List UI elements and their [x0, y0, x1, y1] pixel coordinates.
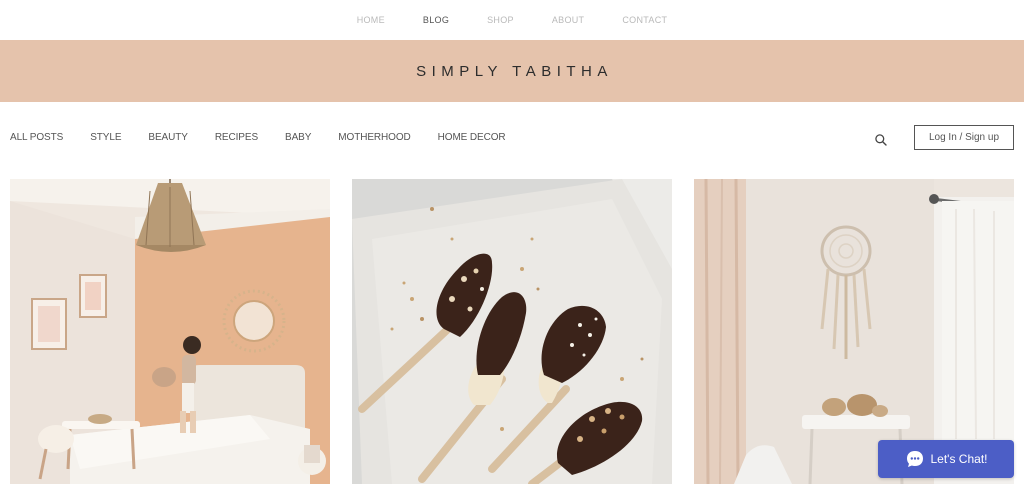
post-card-3[interactable]	[694, 179, 1014, 484]
category-baby[interactable]: BABY	[285, 132, 311, 143]
nursery-bedroom-photo	[10, 179, 330, 484]
category-home-decor[interactable]: HOME DECOR	[438, 132, 506, 143]
post-card-2[interactable]	[352, 179, 672, 484]
nav-shop[interactable]: SHOP	[468, 15, 533, 25]
category-all-posts[interactable]: ALL POSTS	[10, 132, 63, 143]
category-beauty[interactable]: BEAUTY	[148, 132, 188, 143]
chocolate-banana-pops-photo	[352, 179, 672, 484]
category-recipes[interactable]: RECIPES	[215, 132, 258, 143]
category-menu: ALL POSTS STYLE BEAUTY RECIPES BABY MOTH…	[10, 132, 533, 143]
dreamcatcher-room-photo	[694, 179, 1014, 484]
chat-widget-label: Let's Chat!	[930, 452, 988, 466]
post-card-1[interactable]	[10, 179, 330, 484]
site-banner: SIMPLY TABITHA	[0, 40, 1024, 102]
login-signup-button[interactable]: Log In / Sign up	[914, 125, 1014, 150]
search-icon[interactable]	[874, 133, 888, 147]
category-bar: ALL POSTS STYLE BEAUTY RECIPES BABY MOTH…	[0, 102, 1024, 174]
site-title[interactable]: SIMPLY TABITHA	[411, 63, 613, 80]
nav-home[interactable]: HOME	[338, 15, 404, 25]
nav-about[interactable]: ABOUT	[533, 15, 604, 25]
top-navigation: HOME BLOG SHOP ABOUT CONTACT	[0, 0, 1024, 40]
nav-blog[interactable]: BLOG	[404, 15, 468, 25]
chat-widget-button[interactable]: Let's Chat!	[878, 440, 1014, 478]
chat-bubble-icon	[906, 451, 923, 467]
category-motherhood[interactable]: MOTHERHOOD	[338, 132, 410, 143]
nav-contact[interactable]: CONTACT	[603, 15, 686, 25]
category-style[interactable]: STYLE	[90, 132, 121, 143]
